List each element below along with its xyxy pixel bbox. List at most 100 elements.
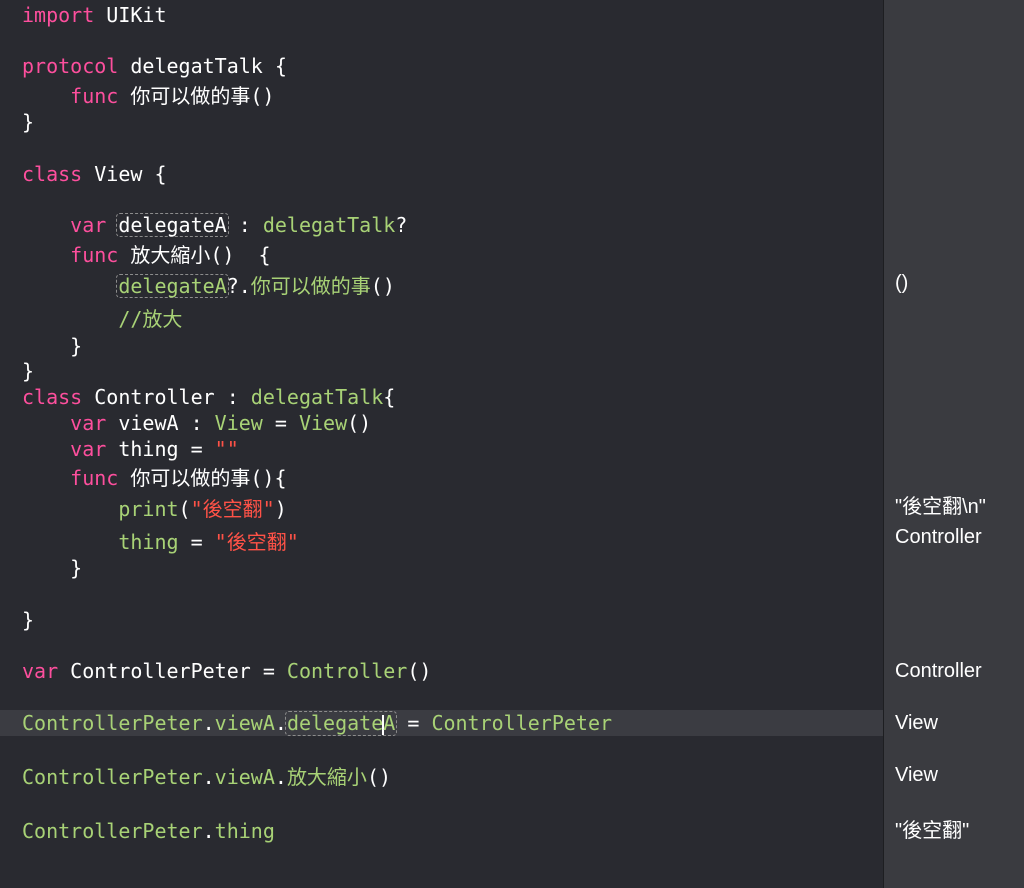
code-text: } [22,358,34,384]
code-token: func [22,84,119,108]
code-token: class [22,162,83,186]
code-line[interactable]: var ControllerPeter = Controller() [0,658,883,684]
code-token: ControllerPeter [22,819,203,843]
code-line[interactable]: ControllerPeter.thing [0,818,883,844]
code-text: } [22,109,34,135]
code-token: //放大 [22,307,183,331]
current-line[interactable]: ControllerPeter.viewA.delegateA = Contro… [0,710,883,736]
code-token: () [347,411,372,435]
code-token: var [22,437,107,461]
code-line[interactable]: print("後空翻") [0,496,883,522]
code-token: "後空翻" [214,530,299,554]
code-line[interactable]: } [0,555,883,581]
code-token: protocol [22,54,119,78]
code-line[interactable]: func 你可以做的事() [0,83,883,109]
code-text: ControllerPeter.thing [22,818,275,844]
code-line[interactable]: } [0,607,883,633]
code-token: var [22,411,107,435]
code-token: ?. [226,274,251,298]
code-token: 你可以做的事 [250,274,371,298]
code-text: protocol delegatTalk { [22,53,287,79]
code-token: 你可以做的事(){ [118,466,287,490]
code-line[interactable]: } [0,109,883,135]
code-text: var ControllerPeter = Controller() [22,658,431,684]
code-token: delegatTalk [250,385,384,409]
placeholder-token[interactable]: delegateA [116,274,229,298]
code-text: ControllerPeter.viewA.放大縮小() [22,764,391,790]
code-token: viewA [214,765,275,789]
code-text: func 你可以做的事() [22,83,274,109]
code-token: 放大縮小() { [118,243,271,267]
code-token: delegatTalk [262,213,396,237]
result-value: View [895,764,938,786]
code-token: ) [274,497,287,521]
code-token: func [22,243,119,267]
code-line[interactable]: thing = "後空翻" [0,529,883,555]
code-token: . [202,711,215,735]
code-line[interactable]: func 放大縮小() { [0,242,883,268]
code-token: "後空翻" [190,497,275,521]
code-token: var [22,213,107,237]
code-token: ControllerPeter [22,711,203,735]
result-value: Controller [895,526,982,548]
placeholder-token[interactable]: delegateA [116,213,229,237]
placeholder-token[interactable]: delegateA [284,711,398,736]
code-token: . [274,765,287,789]
code-token: thing [118,530,179,554]
code-token: } [22,110,35,134]
code-text: func 你可以做的事(){ [22,465,287,491]
code-token: class [22,385,83,409]
code-text: var viewA : View = View() [22,410,371,436]
code-text: class View { [22,161,167,187]
code-line[interactable]: ControllerPeter.viewA.放大縮小() [0,764,883,790]
code-line[interactable]: } [0,333,883,359]
code-text: thing = "後空翻" [22,529,299,555]
code-token: "" [214,437,239,461]
code-token: } [22,608,35,632]
code-token: ( [178,497,191,521]
code-token: ControllerPeter [431,711,613,735]
code-line[interactable]: import UIKit [0,2,883,28]
code-line[interactable]: var thing = "" [0,436,883,462]
code-line[interactable]: } [0,358,883,384]
code-token: () [407,659,432,683]
code-text: func 放大縮小() { [22,242,271,268]
code-token: 你可以做的事() [118,84,275,108]
code-editor[interactable]: import UIKit protocol delegatTalk { func … [0,0,883,888]
result-value: Controller [895,660,982,682]
code-token: = [178,530,215,554]
code-text: //放大 [22,306,182,332]
code-line[interactable]: func 你可以做的事(){ [0,465,883,491]
code-token: import [22,3,95,27]
code-line[interactable]: var viewA : View = View() [0,410,883,436]
code-token: View [298,411,348,435]
code-token: } [22,359,35,383]
code-token: ControllerPeter [22,765,203,789]
code-token: func [22,466,119,490]
code-token: = [262,411,299,435]
code-token: var [22,659,59,683]
code-line[interactable]: protocol delegatTalk { [0,53,883,79]
code-text: } [22,607,34,633]
code-token: View [214,411,263,435]
code-line[interactable]: //放大 [0,306,883,332]
result-value: "後空翻\n" [895,496,986,518]
code-line[interactable]: delegateA?.你可以做的事() [0,273,883,299]
code-text: var delegateA : delegatTalk? [22,212,407,238]
code-text: } [22,555,82,581]
result-value: View [895,712,938,734]
code-text: } [22,333,82,359]
code-line[interactable]: class View { [0,161,883,187]
code-line[interactable]: var delegateA : delegatTalk? [0,212,883,238]
code-token: delegatTalk { [118,54,287,78]
code-token: ControllerPeter = [58,659,287,683]
code-token: : [226,213,263,237]
code-text: var thing = "" [22,436,239,462]
code-line[interactable]: class Controller : delegatTalk{ [0,384,883,410]
code-text: import UIKit [22,2,167,28]
code-token: } [22,334,83,358]
code-text: delegateA?.你可以做的事() [22,273,395,299]
